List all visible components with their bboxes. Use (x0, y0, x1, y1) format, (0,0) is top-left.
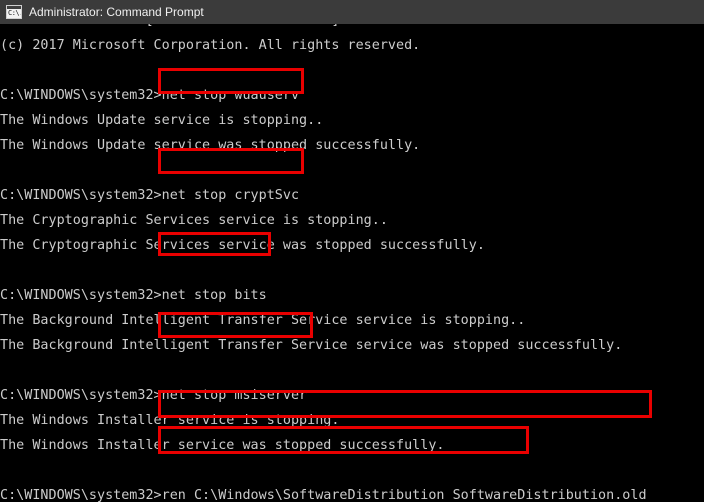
window-title: Administrator: Command Prompt (29, 5, 204, 19)
console-line-cmd-bits: C:\WINDOWS\system32>net stop bits (0, 288, 267, 303)
console-line-blank-3 (0, 258, 8, 283)
console-line-blank-1 (0, 58, 8, 83)
console-line-out-cryptsvc-1: The Cryptographic Services service is st… (0, 213, 388, 228)
console-line-out-bits-2: The Background Intelligent Transfer Serv… (0, 338, 623, 353)
console-line-out-wuauserv-1: The Windows Update service is stopping.. (0, 113, 324, 128)
console-output-area[interactable]: Microsoft Windows [Version 10.0.16299.12… (0, 24, 704, 502)
console-line-out-msiserver-2: The Windows Installer service was stoppe… (0, 438, 445, 453)
command-prompt-window: C:\. Administrator: Command Prompt Micro… (0, 0, 704, 502)
console-line-out-wuauserv-2: The Windows Update service was stopped s… (0, 138, 421, 153)
console-line-banner-version: Microsoft Windows [Version 10.0.16299.12… (0, 24, 339, 33)
window-titlebar[interactable]: C:\. Administrator: Command Prompt (0, 0, 704, 24)
command-prompt-icon: C:\. (6, 5, 22, 19)
console-line-out-msiserver-1: The Windows Installer service is stoppin… (0, 413, 340, 428)
console-line-out-bits-1: The Background Intelligent Transfer Serv… (0, 313, 526, 328)
command-prompt-icon-glyph: C:\. (8, 9, 21, 17)
console-line-banner-copyright: (c) 2017 Microsoft Corporation. All righ… (0, 38, 421, 53)
console-line-cmd-ren-softwaredistribution: C:\WINDOWS\system32>ren C:\Windows\Softw… (0, 488, 647, 502)
console-line-cmd-wuauserv: C:\WINDOWS\system32>net stop wuauserv (0, 88, 300, 103)
console-line-blank-5 (0, 458, 8, 483)
console-line-out-cryptsvc-2: The Cryptographic Services service was s… (0, 238, 485, 253)
console-line-blank-2 (0, 158, 8, 183)
console-line-cmd-cryptsvc: C:\WINDOWS\system32>net stop cryptSvc (0, 188, 300, 203)
console-line-cmd-msiserver: C:\WINDOWS\system32>net stop msiserver (0, 388, 308, 403)
console-line-blank-4 (0, 358, 8, 383)
